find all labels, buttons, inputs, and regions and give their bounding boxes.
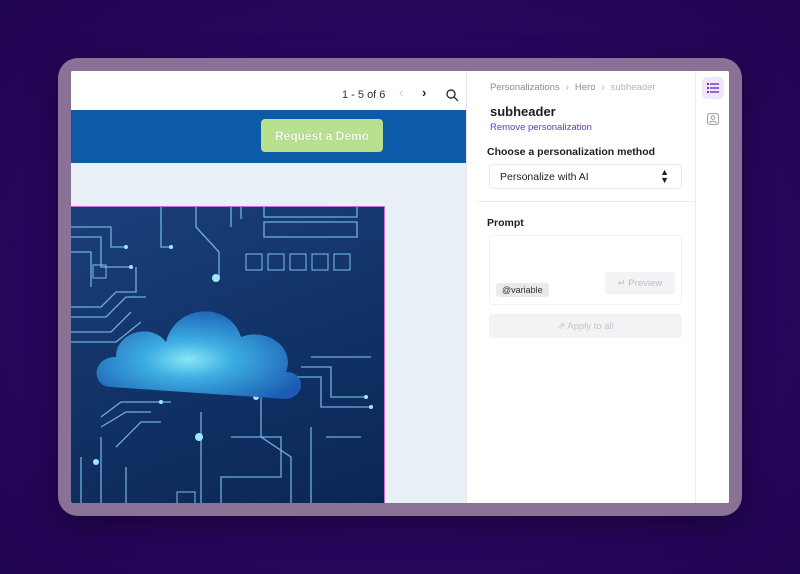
method-select-value: Personalize with AI <box>500 171 589 183</box>
method-select[interactable]: Personalize with AI ▲ ▼ <box>489 164 682 189</box>
hero-header: Request a Demo <box>71 110 466 163</box>
method-label: Choose a personalization method <box>487 146 656 158</box>
app-window: 1 - 5 of 6 ‹ › Request a Demo Personaliz… <box>71 71 729 503</box>
chevron-left-icon[interactable]: ‹ <box>399 85 403 100</box>
breadcrumb-separator: › <box>565 82 569 93</box>
list-icon[interactable] <box>702 77 724 99</box>
variable-chip[interactable]: @variable <box>496 283 549 297</box>
apply-to-all-button[interactable]: ⇗ Apply to all <box>489 314 682 338</box>
prompt-label: Prompt <box>487 217 524 229</box>
pager-count: 1 - 5 of 6 <box>342 89 386 101</box>
breadcrumb-personalizations[interactable]: Personalizations <box>490 82 560 93</box>
chevrons-updown-icon: ▲ ▼ <box>660 167 669 185</box>
icon-rail <box>695 71 729 503</box>
section-title: subheader <box>490 104 556 119</box>
preview-button[interactable]: ↵ Preview <box>605 272 675 294</box>
user-icon[interactable] <box>707 113 719 125</box>
request-demo-button[interactable]: Request a Demo <box>261 119 383 152</box>
prompt-input[interactable]: @variable ↵ Preview <box>489 235 682 305</box>
personalization-panel: Personalizations › Hero › subheader subheade… <box>477 71 695 503</box>
breadcrumb-hero[interactable]: Hero <box>575 82 596 93</box>
search-icon[interactable] <box>445 88 459 102</box>
pager-bar: 1 - 5 of 6 ‹ › <box>71 71 466 110</box>
page-preview: 1 - 5 of 6 ‹ › Request a Demo <box>71 71 467 503</box>
breadcrumb-separator: › <box>601 82 605 93</box>
remove-personalization-link[interactable]: Remove personalization <box>490 122 592 133</box>
breadcrumb: Personalizations › Hero › subheader <box>490 82 656 93</box>
breadcrumb-current: subheader <box>610 82 656 93</box>
circuit-cloud-illustration <box>71 207 373 503</box>
chevron-right-icon[interactable]: › <box>422 85 426 100</box>
divider <box>477 201 695 202</box>
hero-cloud-image[interactable] <box>71 206 385 503</box>
